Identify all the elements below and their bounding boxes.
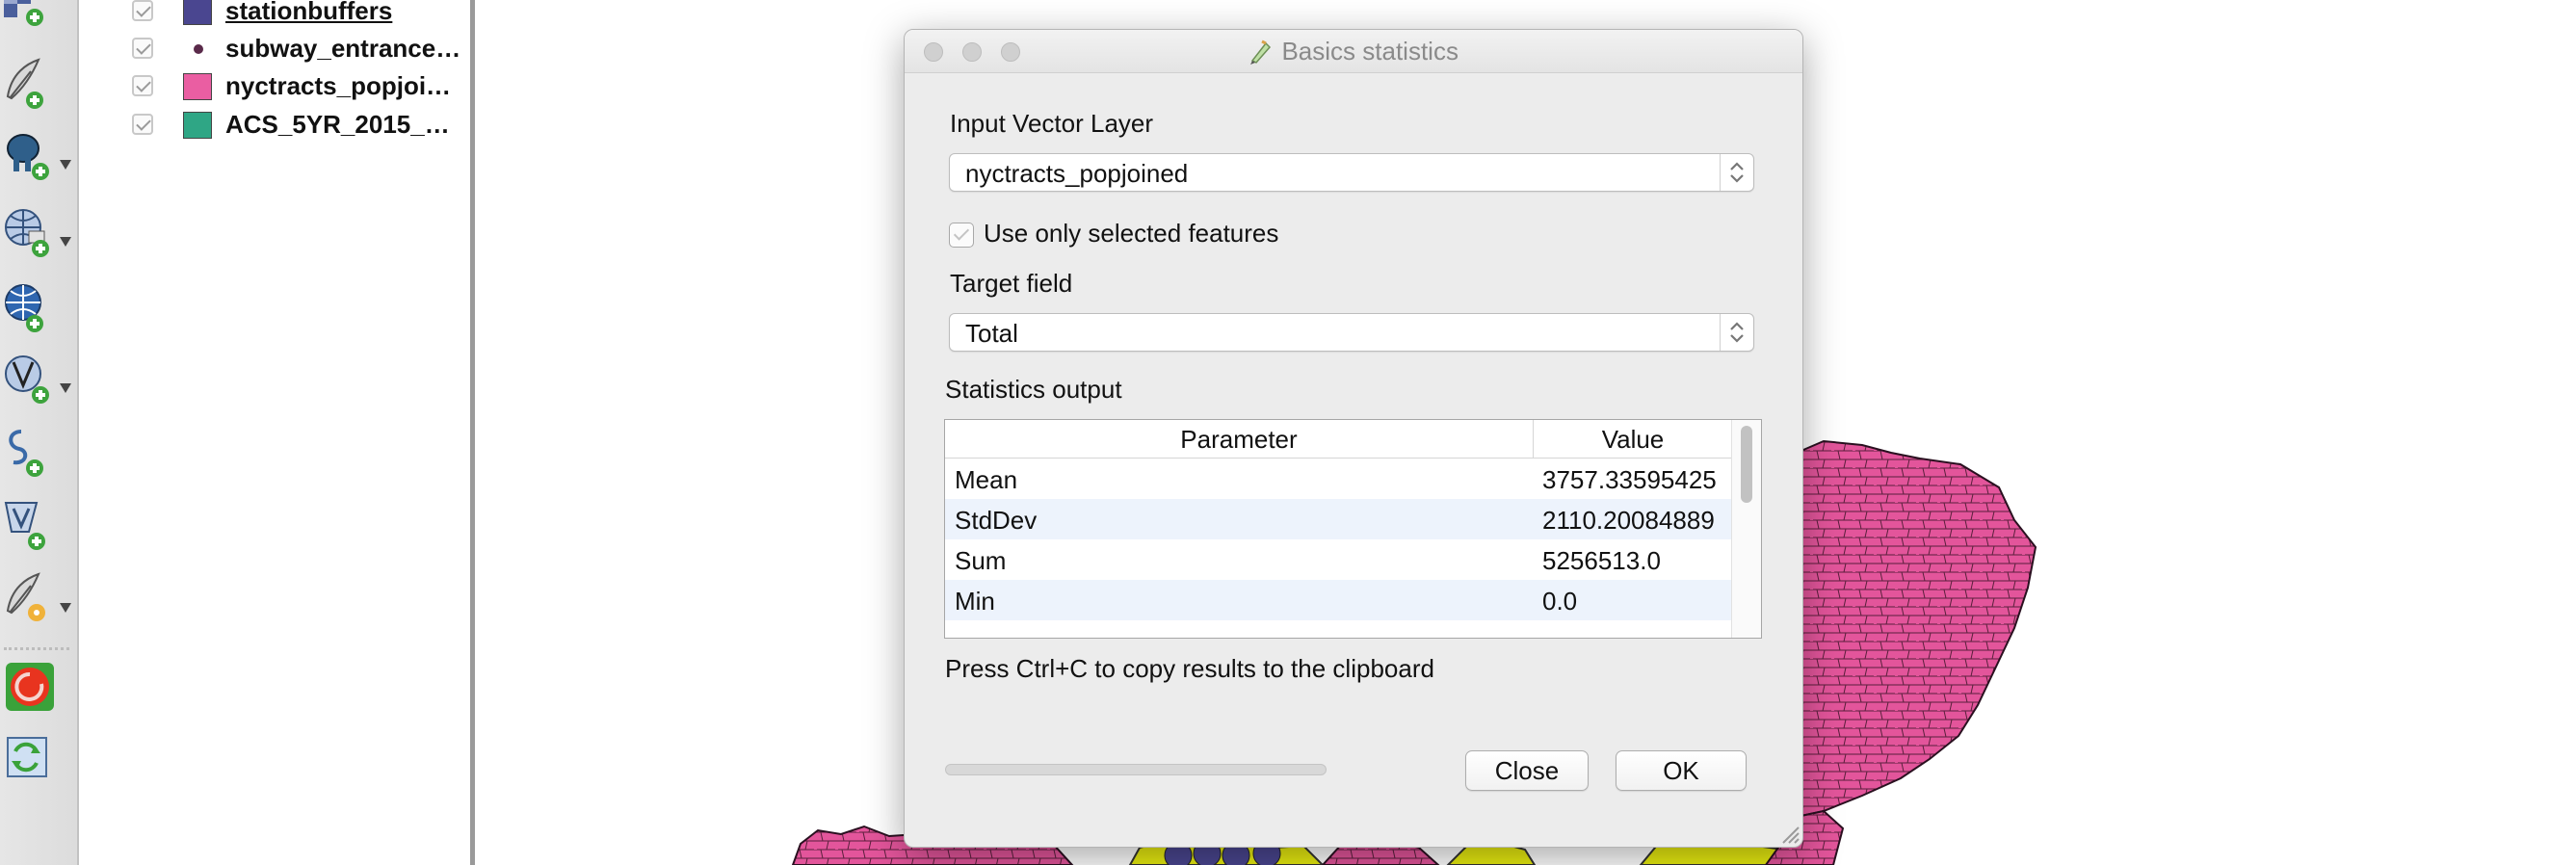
heatmap-plugin-button[interactable]	[2, 659, 75, 719]
layer-row-subway-entrance[interactable]: subway_entrance…	[79, 30, 470, 68]
layer-visibility-checkbox[interactable]	[132, 114, 153, 135]
layer-visibility-checkbox[interactable]	[132, 0, 153, 21]
cell-value: 5256513.0	[1542, 546, 1661, 575]
statistics-pencil-icon	[1250, 39, 1272, 65]
cell-value-clipped	[1542, 632, 1629, 638]
close-button[interactable]: Close	[1465, 750, 1589, 791]
layer-toolbar	[0, 0, 79, 865]
layer-name: subway_entrance…	[225, 34, 461, 63]
layer-name: nyctracts_popjoi…	[225, 71, 452, 100]
column-header-value[interactable]: Value	[1534, 420, 1733, 459]
input-layer-value: nyctracts_popjoined	[965, 159, 1189, 188]
layers-panel: stationbuffers subway_entrance… nyctract…	[79, 0, 475, 865]
add-spatialite-layer-icon	[9, 430, 43, 477]
add-wms-layer-button[interactable]	[2, 202, 75, 262]
dialog-titlebar[interactable]: Basics statistics	[905, 30, 1802, 73]
target-field-combobox[interactable]: Total	[949, 313, 1754, 352]
add-wms-layer-icon	[5, 209, 71, 257]
refresh-plugin-icon	[7, 737, 47, 777]
table-row[interactable]: Min 0.0	[945, 580, 1733, 620]
input-layer-combobox[interactable]: nyctracts_popjoined	[949, 153, 1754, 192]
layer-visibility-checkbox[interactable]	[132, 75, 153, 96]
new-shapefile-layer-icon	[6, 572, 71, 621]
add-wfs-layer-button[interactable]	[2, 349, 75, 408]
cell-parameter-clipped	[955, 630, 978, 638]
layer-name: ACS_5YR_2015_…	[225, 110, 450, 139]
progress-bar	[945, 764, 1327, 775]
layer-row-stationbuffers[interactable]: stationbuffers	[79, 0, 470, 31]
scrollbar-thumb[interactable]	[1741, 426, 1752, 503]
layer-row-acs-5yr-2015[interactable]: ACS_5YR_2015_…	[79, 106, 470, 144]
dialog-title-wrap: Basics statistics	[905, 30, 1802, 72]
layer-name: stationbuffers	[225, 0, 393, 25]
table-row[interactable]: StdDev 2110.20084889	[945, 499, 1733, 539]
cell-value: 0.0	[1542, 587, 1578, 616]
selected-features-label: Use only selected features	[984, 219, 1279, 248]
layer-row-nyctracts-popjoined[interactable]: nyctracts_popjoi…	[79, 67, 470, 106]
cell-parameter: Sum	[955, 546, 1007, 575]
table-row[interactable]: Sum 5256513.0	[945, 539, 1733, 580]
add-spatialite-layer-button[interactable]	[2, 422, 75, 482]
layer-symbol-swatch	[183, 112, 212, 139]
layer-symbol-swatch	[183, 0, 212, 25]
input-layer-label: Input Vector Layer	[950, 109, 1154, 138]
statistics-output-label: Statistics output	[945, 375, 1122, 404]
toolbar-separator	[4, 647, 69, 650]
ok-button[interactable]: OK	[1616, 750, 1747, 791]
add-raster-layer-icon	[4, 0, 43, 26]
layer-visibility-checkbox[interactable]	[132, 38, 153, 59]
add-wcs-layer-button[interactable]	[2, 277, 75, 337]
add-virtual-layer-button[interactable]	[2, 495, 75, 555]
new-shapefile-layer-button[interactable]	[2, 568, 75, 628]
dialog-title: Basics statistics	[1281, 37, 1459, 66]
statistics-table[interactable]: Parameter Value Mean 3757.33595425 StdDe…	[944, 419, 1762, 639]
refresh-plugin-button[interactable]	[2, 732, 75, 792]
table-row[interactable]: Mean 3757.33595425	[945, 459, 1733, 499]
cell-value: 3757.33595425	[1542, 465, 1717, 494]
qgis-window: stationbuffers subway_entrance… nyctract…	[0, 0, 2576, 865]
table-vertical-scrollbar[interactable]	[1731, 420, 1761, 638]
cell-value: 2110.20084889	[1542, 506, 1715, 535]
cell-parameter: StdDev	[955, 506, 1038, 535]
add-vector-layer-button[interactable]	[2, 54, 75, 114]
layer-symbol-swatch	[183, 73, 212, 100]
add-vector-layer-icon	[6, 58, 43, 109]
clipboard-hint: Press Ctrl+C to copy results to the clip…	[945, 654, 1434, 683]
updown-chevron-icon	[1720, 154, 1753, 191]
basic-statistics-dialog: Basics statistics Input Vector Layer nyc…	[904, 29, 1803, 848]
add-raster-layer-button[interactable]	[2, 0, 75, 31]
add-virtual-layer-icon	[4, 502, 45, 550]
updown-chevron-icon	[1720, 314, 1753, 351]
add-postgis-layer-button[interactable]	[2, 125, 75, 185]
layer-symbol-dot	[194, 44, 203, 54]
cell-parameter: Mean	[955, 465, 1018, 494]
resize-grip-icon[interactable]	[1777, 822, 1801, 845]
selected-features-checkbox[interactable]	[949, 223, 974, 248]
table-row-partial[interactable]	[945, 620, 1733, 638]
add-postgis-layer-icon	[7, 134, 71, 180]
target-field-value: Total	[965, 319, 1018, 348]
heatmap-plugin-icon	[6, 663, 54, 711]
cell-parameter: Min	[955, 587, 995, 616]
add-wcs-layer-icon	[5, 284, 43, 332]
column-header-parameter[interactable]: Parameter	[945, 420, 1534, 459]
target-field-label: Target field	[950, 269, 1073, 298]
add-wfs-layer-icon	[5, 355, 71, 404]
